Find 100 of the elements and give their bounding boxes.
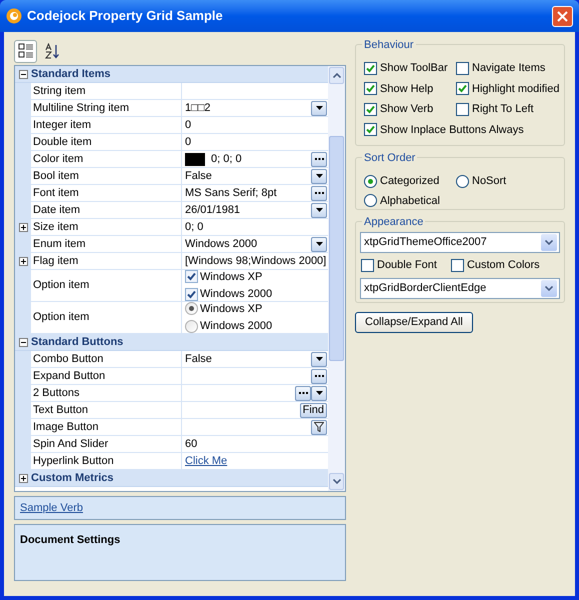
- property-row[interactable]: Combo Button False: [15, 351, 328, 368]
- option-label: Categorized: [380, 174, 440, 189]
- property-row[interactable]: Flag item [Windows 98;Windows 2000]: [15, 253, 328, 270]
- property-value[interactable]: Windows 2000: [185, 236, 258, 252]
- dropdown-button[interactable]: [311, 352, 327, 366]
- checkbox[interactable]: [364, 102, 377, 116]
- expand-icon[interactable]: [18, 256, 28, 266]
- option-label: Show ToolBar: [380, 61, 448, 76]
- checkbox[interactable]: [185, 288, 198, 301]
- category-row[interactable]: Standard Buttons: [15, 334, 328, 351]
- checkbox[interactable]: [185, 270, 198, 284]
- property-value[interactable]: 1□□2: [185, 100, 211, 116]
- property-row[interactable]: Font item MS Sans Serif; 8pt: [15, 185, 328, 202]
- category-row[interactable]: Standard Items: [15, 66, 328, 83]
- option-label: NoSort: [472, 174, 506, 189]
- radio-button[interactable]: [185, 302, 198, 316]
- scroll-down-button[interactable]: [329, 473, 344, 490]
- expand-icon[interactable]: [18, 474, 28, 482]
- property-value[interactable]: False: [185, 350, 212, 368]
- window-title: Codejock Property Grid Sample: [27, 7, 223, 26]
- dropdown-button[interactable]: [311, 100, 327, 116]
- scrollbar[interactable]: [328, 66, 345, 491]
- property-row[interactable]: Option item Windows XP Windows 2000: [15, 302, 328, 334]
- property-value[interactable]: 60: [185, 436, 198, 452]
- property-row[interactable]: Double item 0: [15, 134, 328, 151]
- chevron-down-icon: [332, 479, 340, 484]
- help-title: Document Settings: [20, 534, 120, 546]
- property-row[interactable]: Size item 0; 0: [15, 219, 328, 236]
- property-value[interactable]: [Windows 98;Windows 2000]: [185, 252, 326, 270]
- dropdown-button[interactable]: [311, 386, 327, 400]
- checkbox[interactable]: [456, 82, 469, 96]
- property-row[interactable]: Enum item Windows 2000: [15, 236, 328, 253]
- property-row[interactable]: String item: [15, 83, 328, 100]
- collapse-icon[interactable]: [18, 338, 28, 346]
- property-value[interactable]: MS Sans Serif; 8pt: [185, 184, 277, 202]
- radio-button[interactable]: [364, 194, 377, 208]
- close-button[interactable]: [552, 6, 573, 26]
- checkbox[interactable]: [364, 62, 377, 75]
- border-dropdown[interactable]: xtpGridBorderClientEdge: [360, 278, 560, 298]
- expand-icon[interactable]: [18, 222, 28, 232]
- property-value[interactable]: 0; 0; 0: [211, 150, 242, 168]
- ellipsis-button[interactable]: [311, 152, 327, 166]
- collapse-icon[interactable]: [18, 70, 28, 78]
- group-title: Appearance: [362, 214, 426, 230]
- property-name: Font item: [33, 186, 79, 201]
- checkbox[interactable]: [456, 102, 469, 116]
- property-name: Multiline String item: [33, 100, 129, 116]
- caret-icon: [316, 174, 322, 178]
- checkbox[interactable]: [364, 123, 377, 136]
- property-row[interactable]: Bool item False: [15, 168, 328, 185]
- click-me-link[interactable]: Click Me: [185, 452, 228, 470]
- property-name: Expand Button: [33, 368, 106, 384]
- property-name: 2 Buttons: [33, 386, 80, 401]
- scroll-up-button[interactable]: [329, 67, 344, 84]
- property-value[interactable]: 0: [185, 116, 192, 134]
- property-row[interactable]: Hyperlink Button Click Me: [15, 453, 328, 470]
- ellipsis-button[interactable]: [311, 186, 327, 200]
- property-row[interactable]: Integer item 0: [15, 117, 328, 134]
- property-row[interactable]: Date item 26/01/1981: [15, 202, 328, 219]
- property-row[interactable]: Option item Windows XP Windows 2000: [15, 270, 328, 302]
- property-row[interactable]: Spin And Slider 60: [15, 436, 328, 453]
- collapse-expand-button[interactable]: Collapse/Expand All: [355, 312, 473, 333]
- sample-verb-link[interactable]: Sample Verb: [20, 500, 83, 516]
- property-value[interactable]: 0: [185, 134, 192, 150]
- checkbox[interactable]: [361, 258, 374, 272]
- ellipsis-button[interactable]: [295, 386, 311, 400]
- dropdown-button[interactable]: [311, 202, 327, 218]
- app-icon: [6, 8, 22, 24]
- checkbox[interactable]: [450, 258, 464, 272]
- radio-button[interactable]: [185, 320, 198, 333]
- option-label: Show Verb: [380, 102, 434, 117]
- ellipsis-button[interactable]: [311, 368, 327, 384]
- categorized-button[interactable]: [14, 40, 37, 62]
- property-row[interactable]: Text Button Find: [15, 402, 328, 419]
- property-name: String item: [33, 84, 86, 99]
- caret-icon: [316, 242, 322, 246]
- radio-button[interactable]: [364, 174, 377, 188]
- filter-button[interactable]: [311, 420, 327, 434]
- property-row[interactable]: Image Button: [15, 419, 328, 436]
- property-row[interactable]: 2 Buttons: [15, 385, 328, 402]
- find-button[interactable]: Find: [300, 402, 327, 418]
- checkbox[interactable]: [364, 82, 377, 96]
- property-value[interactable]: 26/01/1981: [185, 202, 240, 218]
- property-row[interactable]: Multiline String item 1□□2: [15, 100, 328, 117]
- theme-dropdown[interactable]: xtpGridThemeOffice2007: [360, 232, 560, 253]
- property-row[interactable]: Expand Button: [15, 368, 328, 385]
- dropdown-button[interactable]: [311, 168, 327, 184]
- radio-button[interactable]: [456, 174, 469, 188]
- property-name: Hyperlink Button: [33, 454, 114, 469]
- property-name: Bool item: [33, 168, 79, 184]
- property-value[interactable]: 0; 0: [185, 218, 204, 236]
- checkbox[interactable]: [456, 62, 469, 75]
- category-label: Standard Buttons: [31, 334, 124, 350]
- property-row[interactable]: Color item 0; 0; 0: [15, 151, 328, 168]
- property-name: Combo Button: [33, 352, 104, 367]
- option-label: Show Help: [380, 82, 434, 96]
- dropdown-button[interactable]: [311, 236, 327, 252]
- category-row[interactable]: Custom Metrics: [15, 470, 328, 487]
- scroll-thumb[interactable]: [329, 136, 344, 361]
- property-value[interactable]: False: [185, 168, 212, 184]
